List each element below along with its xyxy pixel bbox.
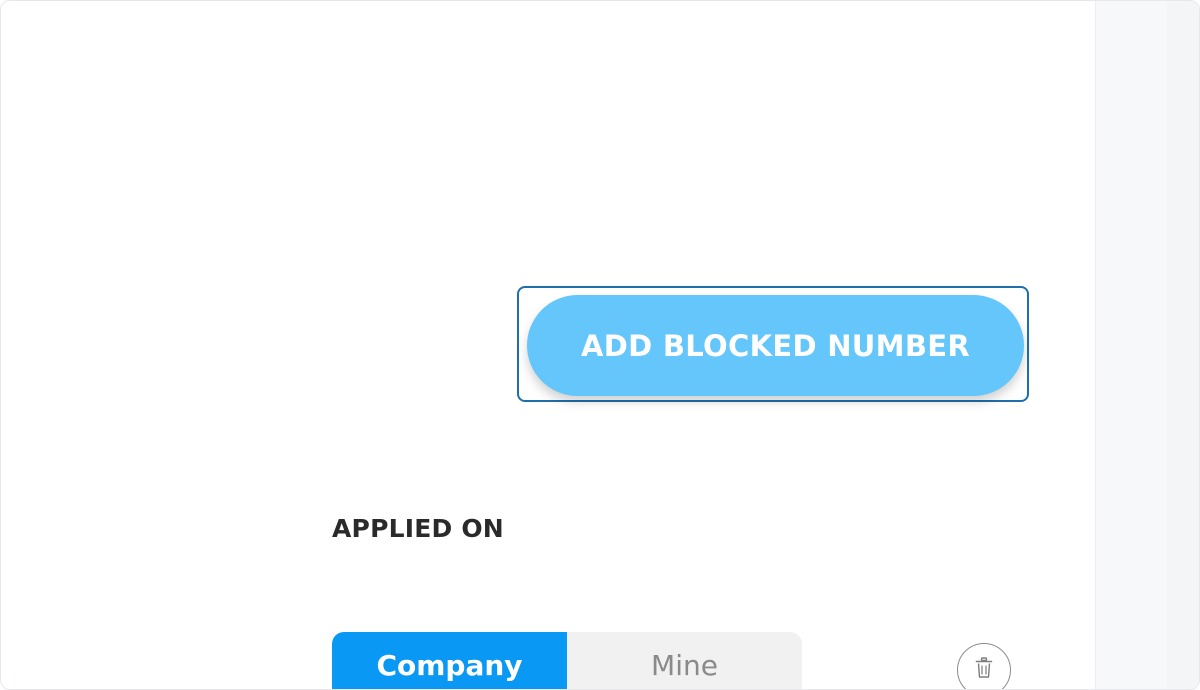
applied-on-company-option[interactable]: Company	[332, 632, 567, 689]
main-panel: ADD BLOCKED NUMBER APPLIED ON Company Mi…	[1, 1, 1095, 689]
app-frame: ADD BLOCKED NUMBER APPLIED ON Company Mi…	[0, 0, 1200, 690]
delete-button[interactable]	[957, 643, 1011, 689]
scrollbar[interactable]	[1167, 1, 1199, 689]
side-panel	[1095, 1, 1168, 689]
add-blocked-number-button[interactable]: ADD BLOCKED NUMBER	[527, 295, 1024, 396]
applied-on-label: APPLIED ON	[332, 514, 504, 543]
applied-on-mine-option[interactable]: Mine	[567, 632, 802, 689]
trash-icon	[975, 657, 993, 678]
applied-on-toggle: Company Mine	[332, 632, 802, 689]
